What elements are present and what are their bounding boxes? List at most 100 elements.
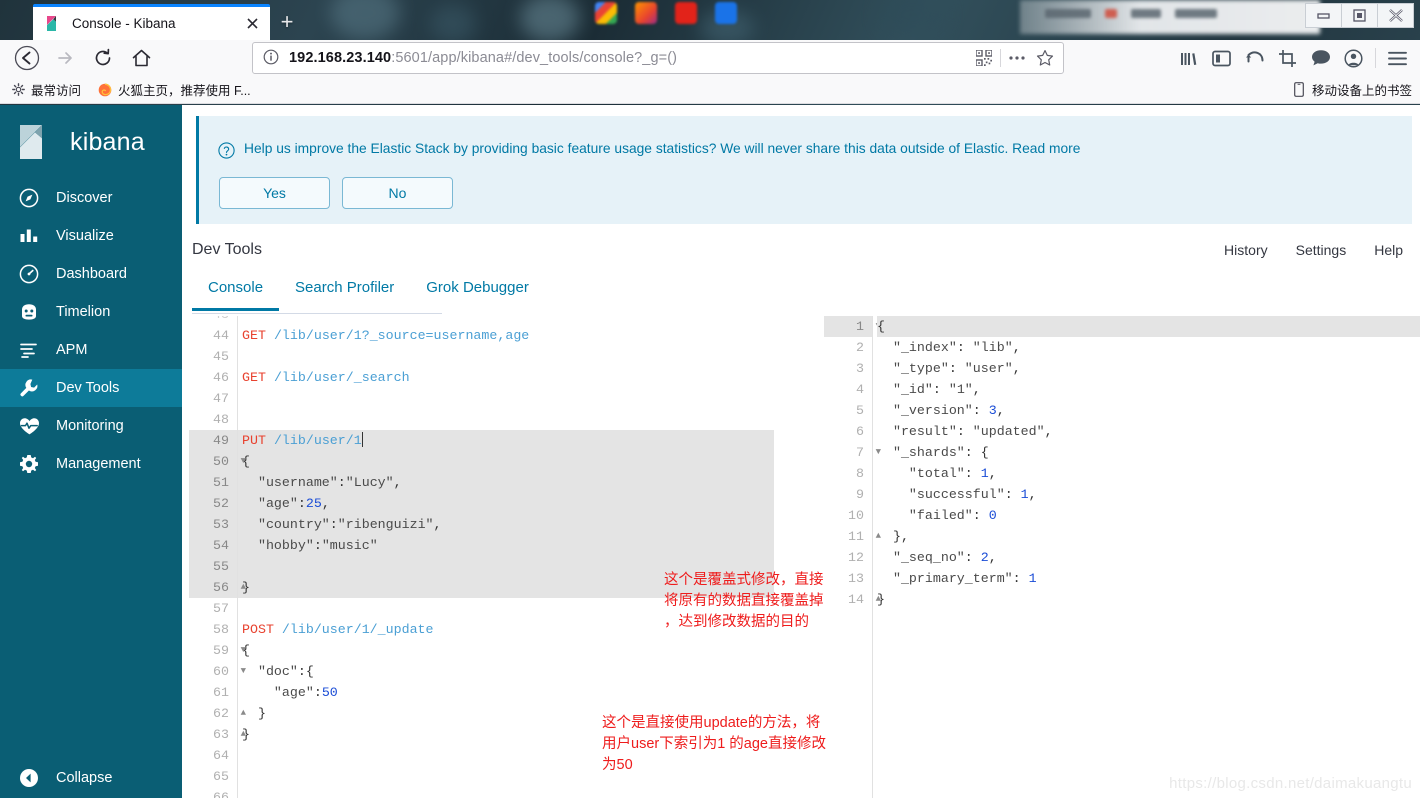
bookmark-item-firefox-home[interactable]: 火狐主页，推荐使用 F... (97, 80, 251, 99)
sidebar-item-management[interactable]: Management (0, 445, 182, 483)
code-line[interactable]: PUT /lib/user/1 (242, 430, 774, 451)
code-token: "_index" (892, 340, 957, 355)
star-icon[interactable] (1031, 45, 1059, 71)
code-line[interactable]: "country":"ribenguizi", (242, 514, 774, 535)
code-line[interactable]: "_id": "1", (877, 379, 1420, 400)
fold-up-icon[interactable]: ▲ (236, 724, 246, 745)
code-token: } (257, 706, 266, 721)
code-line[interactable]: "total": 1, (877, 463, 1420, 484)
sidebar-item-apm[interactable]: APM (0, 331, 182, 369)
telemetry-banner-buttons: Yes No (199, 159, 1412, 209)
browser-tab[interactable]: Console - Kibana (33, 4, 270, 40)
code-line[interactable]: GET /lib/user/_search (242, 367, 774, 388)
tab-search-profiler[interactable]: Search Profiler (279, 279, 410, 311)
code-line[interactable] (242, 388, 774, 409)
code-line[interactable] (242, 409, 774, 430)
line-number: 14 ▲ (824, 589, 881, 610)
account-icon[interactable] (1337, 43, 1370, 73)
back-arrow-icon[interactable] (10, 43, 44, 73)
console-panes: 4344454647484950▼515253545556▲575859▼60▼… (182, 316, 1420, 798)
telemetry-yes-button[interactable]: Yes (219, 177, 330, 209)
gear-icon (18, 453, 40, 475)
fold-down-icon[interactable]: ▼ (236, 640, 246, 661)
pocket-icon[interactable] (1304, 43, 1337, 73)
fold-up-icon[interactable]: ▲ (236, 703, 246, 724)
bookmark-item-most-visited[interactable]: 最常访问 (10, 80, 81, 99)
code-line[interactable]: "_index": "lib", (877, 337, 1420, 358)
code-line[interactable] (242, 316, 774, 325)
sidebar-item-dashboard[interactable]: Dashboard (0, 255, 182, 293)
history-link[interactable]: History (1224, 242, 1268, 258)
telemetry-no-button[interactable]: No (342, 177, 453, 209)
code-token: "ribenguizi" (337, 517, 434, 532)
screenshot-icon[interactable] (1271, 43, 1304, 73)
tab-console[interactable]: Console (192, 279, 280, 311)
sidebar-item-dev-tools[interactable]: Dev Tools (0, 369, 182, 407)
help-link[interactable]: Help (1374, 242, 1403, 258)
undo-icon[interactable] (1238, 43, 1271, 73)
close-icon[interactable] (1377, 3, 1414, 28)
code-line[interactable]: "_shards": { (877, 442, 1420, 463)
response-viewer[interactable]: 1▼234567▼891011▲121314▲ { "_index": "lib… (824, 316, 1420, 798)
code-line[interactable]: "_seq_no": 2, (877, 547, 1420, 568)
ellipsis-icon[interactable] (1003, 45, 1031, 71)
forward-arrow-icon[interactable] (48, 43, 82, 73)
fold-up-icon[interactable]: ▲ (236, 577, 246, 598)
restore-icon[interactable] (1341, 3, 1378, 28)
code-line[interactable]: { (242, 640, 774, 661)
tab-grok-debugger[interactable]: Grok Debugger (410, 279, 545, 311)
code-token: "doc" (257, 664, 298, 679)
url-text[interactable]: 192.168.23.140:5601/app/kibana#/dev_tool… (289, 50, 970, 66)
code-line[interactable]: "doc":{ (242, 661, 774, 682)
code-line[interactable]: { (877, 316, 1420, 337)
code-line[interactable]: "result": "updated", (877, 421, 1420, 442)
page-info-icon[interactable] (263, 49, 281, 67)
qr-code-icon[interactable] (970, 45, 998, 71)
sidebar-item-label: Dev Tools (56, 380, 120, 396)
reload-icon[interactable] (86, 43, 120, 73)
sidebar-item-timelion[interactable]: Timelion (0, 293, 182, 331)
code-token: "user" (964, 361, 1013, 376)
code-line[interactable]: "username":"Lucy", (242, 472, 774, 493)
bookmark-item-mobile[interactable]: 移动设备上的书签 (1294, 80, 1412, 99)
fold-down-icon[interactable]: ▼ (236, 451, 246, 472)
code-line[interactable]: "age":25, (242, 493, 774, 514)
code-line[interactable]: } (877, 589, 1420, 610)
code-line[interactable]: "_version": 3, (877, 400, 1420, 421)
sidebar-collapse-button[interactable]: Collapse (0, 758, 182, 798)
url-host: 192.168.23.140 (289, 50, 392, 66)
settings-link[interactable]: Settings (1296, 242, 1347, 258)
code-line[interactable]: "_primary_term": 1 (877, 568, 1420, 589)
fold-down-icon[interactable]: ▼ (236, 661, 246, 682)
hamburger-menu-icon[interactable] (1381, 43, 1414, 73)
code-line[interactable]: "hobby":"music" (242, 535, 774, 556)
code-line[interactable]: "successful": 1, (877, 484, 1420, 505)
new-tab-button[interactable]: + (274, 10, 300, 36)
sidebar-item-monitoring[interactable]: Monitoring (0, 407, 182, 445)
line-number: 64 (213, 748, 229, 763)
minimize-icon[interactable] (1305, 3, 1342, 28)
code-line[interactable]: }, (877, 526, 1420, 547)
code-line[interactable]: GET /lib/user/1?_source=username,age (242, 325, 774, 346)
home-icon[interactable] (124, 43, 158, 73)
code-line[interactable]: "age":50 (242, 682, 774, 703)
code-line[interactable]: "_type": "user", (877, 358, 1420, 379)
code-line[interactable]: "failed": 0 (877, 505, 1420, 526)
code-token: : (297, 496, 306, 511)
sidebar-item-discover[interactable]: Discover (0, 179, 182, 217)
sidebar-item-visualize[interactable]: Visualize (0, 217, 182, 255)
code-line[interactable] (242, 346, 774, 367)
sidebar-icon[interactable] (1205, 43, 1238, 73)
close-icon[interactable] (242, 14, 262, 34)
code-token: : (932, 382, 949, 397)
code-line[interactable] (242, 787, 774, 798)
code-token: , (321, 496, 330, 511)
code-token: "_version" (892, 403, 973, 418)
kibana-brand[interactable]: kibana (0, 105, 182, 179)
code-line[interactable]: { (242, 451, 774, 472)
library-icon[interactable] (1172, 43, 1205, 73)
address-bar[interactable]: 192.168.23.140:5601/app/kibana#/dev_tool… (252, 42, 1064, 74)
